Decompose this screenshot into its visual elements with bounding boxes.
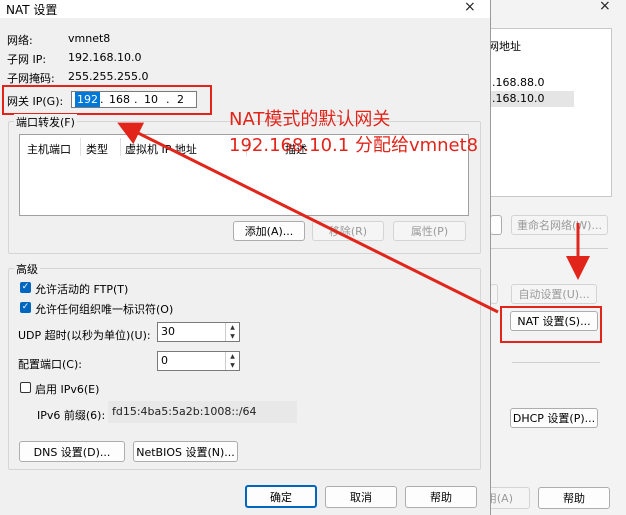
annotation-arrows bbox=[117, 122, 590, 314]
arrow-to-gateway bbox=[117, 122, 499, 314]
